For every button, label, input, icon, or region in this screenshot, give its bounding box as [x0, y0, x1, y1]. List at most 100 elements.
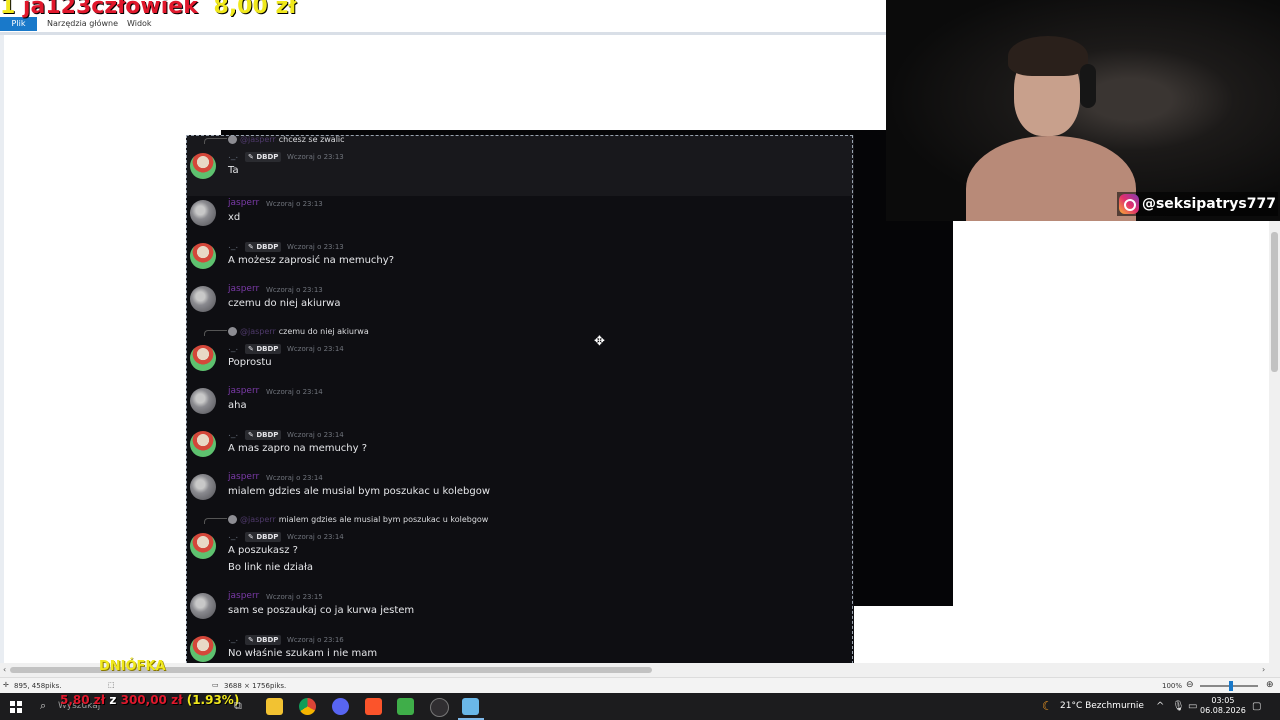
goal-target: 300,00 zł: [120, 693, 183, 707]
minecraft-icon[interactable]: [397, 698, 414, 715]
discord-message[interactable]: jasperr Wczoraj o 23:13 czemu do niej akiu…: [186, 284, 854, 327]
discord-message[interactable]: jasperr Wczoraj o 23:14 aha: [186, 386, 854, 429]
chrome-icon[interactable]: [299, 698, 316, 715]
zoom-level: 100%: [1162, 682, 1183, 690]
weather-icon: ☾: [1042, 699, 1053, 713]
badge-label: DBDP: [256, 431, 279, 439]
instagram-tag: @seksipatrys777: [1116, 192, 1278, 216]
selection-size-icon: ⬚: [108, 681, 115, 689]
message-author[interactable]: jasperr: [228, 386, 259, 396]
paint-statusbar: ✛ 895, 458piks. ⬚ ▭ 3688 × 1756piks. 100…: [0, 677, 1280, 694]
message-text: A możesz zaprosić na memuchy?: [228, 255, 394, 266]
zoom-slider-knob[interactable]: [1229, 681, 1233, 691]
discord-message[interactable]: jasperr Wczoraj o 23:14 mialem gdzies ale …: [186, 472, 854, 515]
webcam-feed: @seksipatrys777: [886, 0, 1280, 221]
user-avatar[interactable]: [190, 286, 216, 312]
donor-name: ja123człowiek: [22, 0, 198, 19]
message-author[interactable]: ._.: [228, 151, 238, 161]
goal-percent: (1.93%): [186, 693, 240, 707]
windows-icon: [10, 700, 22, 713]
tray-chevron-icon[interactable]: ^: [1156, 701, 1164, 712]
message-text: Ta: [228, 165, 239, 176]
user-avatar[interactable]: [190, 431, 216, 457]
message-timestamp: Wczoraj o 23:13: [266, 286, 323, 294]
clock-date: 06.08.2026: [1200, 706, 1246, 715]
message-author[interactable]: jasperr: [228, 284, 259, 294]
reply-avatar: [228, 135, 237, 144]
discord-message[interactable]: @jasperr czemu do niej akiurwa ._. ✎ DBDP Wc…: [186, 327, 854, 386]
discord-icon[interactable]: [332, 698, 349, 715]
file-explorer-icon[interactable]: [266, 698, 283, 715]
move-cursor-icon: ✥: [594, 334, 605, 349]
discord-message[interactable]: ._. ✎ DBDP Wczoraj o 23:16 No właśnie szuka…: [186, 634, 854, 664]
server-tag-badge: ✎ DBDP: [245, 344, 282, 354]
message-timestamp: Wczoraj o 23:14: [287, 345, 344, 353]
message-author[interactable]: jasperr: [228, 198, 259, 208]
scroll-right-arrow-icon[interactable]: ›: [1262, 665, 1265, 674]
reply-text: czemu do niej akiurwa: [278, 327, 369, 336]
search-icon[interactable]: ⌕: [40, 699, 46, 713]
start-button[interactable]: [0, 693, 32, 720]
donation-goal-overlay: 5,80 zł z 300,00 zł (1.93%): [60, 693, 239, 707]
discord-chat-image[interactable]: @jasperr chcesz se zwalic ._. ✎ DBDP Wczoraj…: [186, 135, 854, 664]
message-author[interactable]: ._.: [228, 343, 238, 353]
message-author[interactable]: jasperr: [228, 591, 259, 601]
server-tag-badge: ✎ DBDP: [245, 430, 282, 440]
reply-preview[interactable]: @jasperr mialem gdzies ale musial bym pos…: [240, 515, 488, 524]
canvas-right-area[interactable]: [953, 221, 1269, 663]
microphone-icon[interactable]: 🎙: [1172, 701, 1185, 712]
message-text: Bo link nie działa: [228, 562, 313, 573]
message-timestamp: Wczoraj o 23:16: [287, 636, 344, 644]
badge-label: DBDP: [256, 153, 279, 161]
user-avatar[interactable]: [190, 593, 216, 619]
message-author[interactable]: ._.: [228, 531, 238, 541]
message-text: sam se poszaukaj co ja kurwa jestem: [228, 605, 415, 616]
user-avatar[interactable]: [190, 636, 216, 662]
zoom-in-icon[interactable]: ⊕: [1266, 680, 1274, 690]
user-avatar[interactable]: [190, 243, 216, 269]
obs-icon[interactable]: [430, 698, 449, 717]
reply-avatar: [228, 327, 237, 336]
discord-message[interactable]: @jasperr chcesz se zwalic ._. ✎ DBDP Wczoraj…: [186, 135, 854, 196]
notifications-icon[interactable]: ▢: [1252, 701, 1261, 712]
user-avatar[interactable]: [190, 388, 216, 414]
clock[interactable]: 03:05 06.08.2026: [1200, 696, 1246, 716]
reply-text: chcesz se zwalic: [278, 135, 345, 144]
user-avatar[interactable]: [190, 474, 216, 500]
goal-separator: z: [109, 693, 117, 707]
network-icon[interactable]: ▭: [1188, 701, 1197, 712]
discord-message[interactable]: jasperr Wczoraj o 23:15 sam se poszaukaj c…: [186, 591, 854, 634]
message-author[interactable]: ._.: [228, 241, 238, 251]
donor-amount: 8,00 zł: [213, 0, 297, 19]
discord-message[interactable]: jasperr Wczoraj o 23:13 xd: [186, 198, 854, 241]
weather-text[interactable]: 21°C Bezchmurnie: [1060, 701, 1144, 711]
message-timestamp: Wczoraj o 23:13: [287, 153, 344, 161]
user-avatar[interactable]: [190, 200, 216, 226]
discord-message[interactable]: @jasperr mialem gdzies ale musial bym pos…: [186, 515, 854, 591]
message-text: Poprostu: [228, 357, 272, 368]
server-tag-badge: ✎ DBDP: [245, 242, 282, 252]
reply-connector: [204, 138, 227, 144]
badge-label: DBDP: [256, 243, 279, 251]
instagram-handle: @seksipatrys777: [1141, 196, 1276, 212]
vertical-scroll-thumb[interactable]: [1271, 232, 1278, 372]
brave-icon[interactable]: [365, 698, 382, 715]
image-size: 3688 × 1756piks.: [224, 682, 287, 690]
reply-preview[interactable]: @jasperr czemu do niej akiurwa: [240, 327, 369, 336]
image-size-icon: ▭: [212, 681, 219, 689]
user-avatar[interactable]: [190, 153, 216, 179]
message-author[interactable]: ._.: [228, 429, 238, 439]
task-view-icon[interactable]: ⧉: [234, 699, 242, 713]
message-author[interactable]: jasperr: [228, 472, 259, 482]
zoom-out-icon[interactable]: ⊖: [1186, 680, 1194, 690]
reply-preview[interactable]: @jasperr chcesz se zwalic: [240, 135, 345, 144]
user-avatar[interactable]: [190, 533, 216, 559]
user-avatar[interactable]: [190, 345, 216, 371]
scroll-left-arrow-icon[interactable]: ‹: [3, 665, 6, 674]
discord-message[interactable]: ._. ✎ DBDP Wczoraj o 23:13 A możesz zaprosi…: [186, 241, 854, 284]
message-author[interactable]: ._.: [228, 634, 238, 644]
paint-icon[interactable]: [462, 698, 479, 715]
discord-message[interactable]: ._. ✎ DBDP Wczoraj o 23:14 A mas zapro na m…: [186, 429, 854, 472]
message-timestamp: Wczoraj o 23:14: [266, 474, 323, 482]
cursor-coords: 895, 458piks.: [14, 682, 62, 690]
